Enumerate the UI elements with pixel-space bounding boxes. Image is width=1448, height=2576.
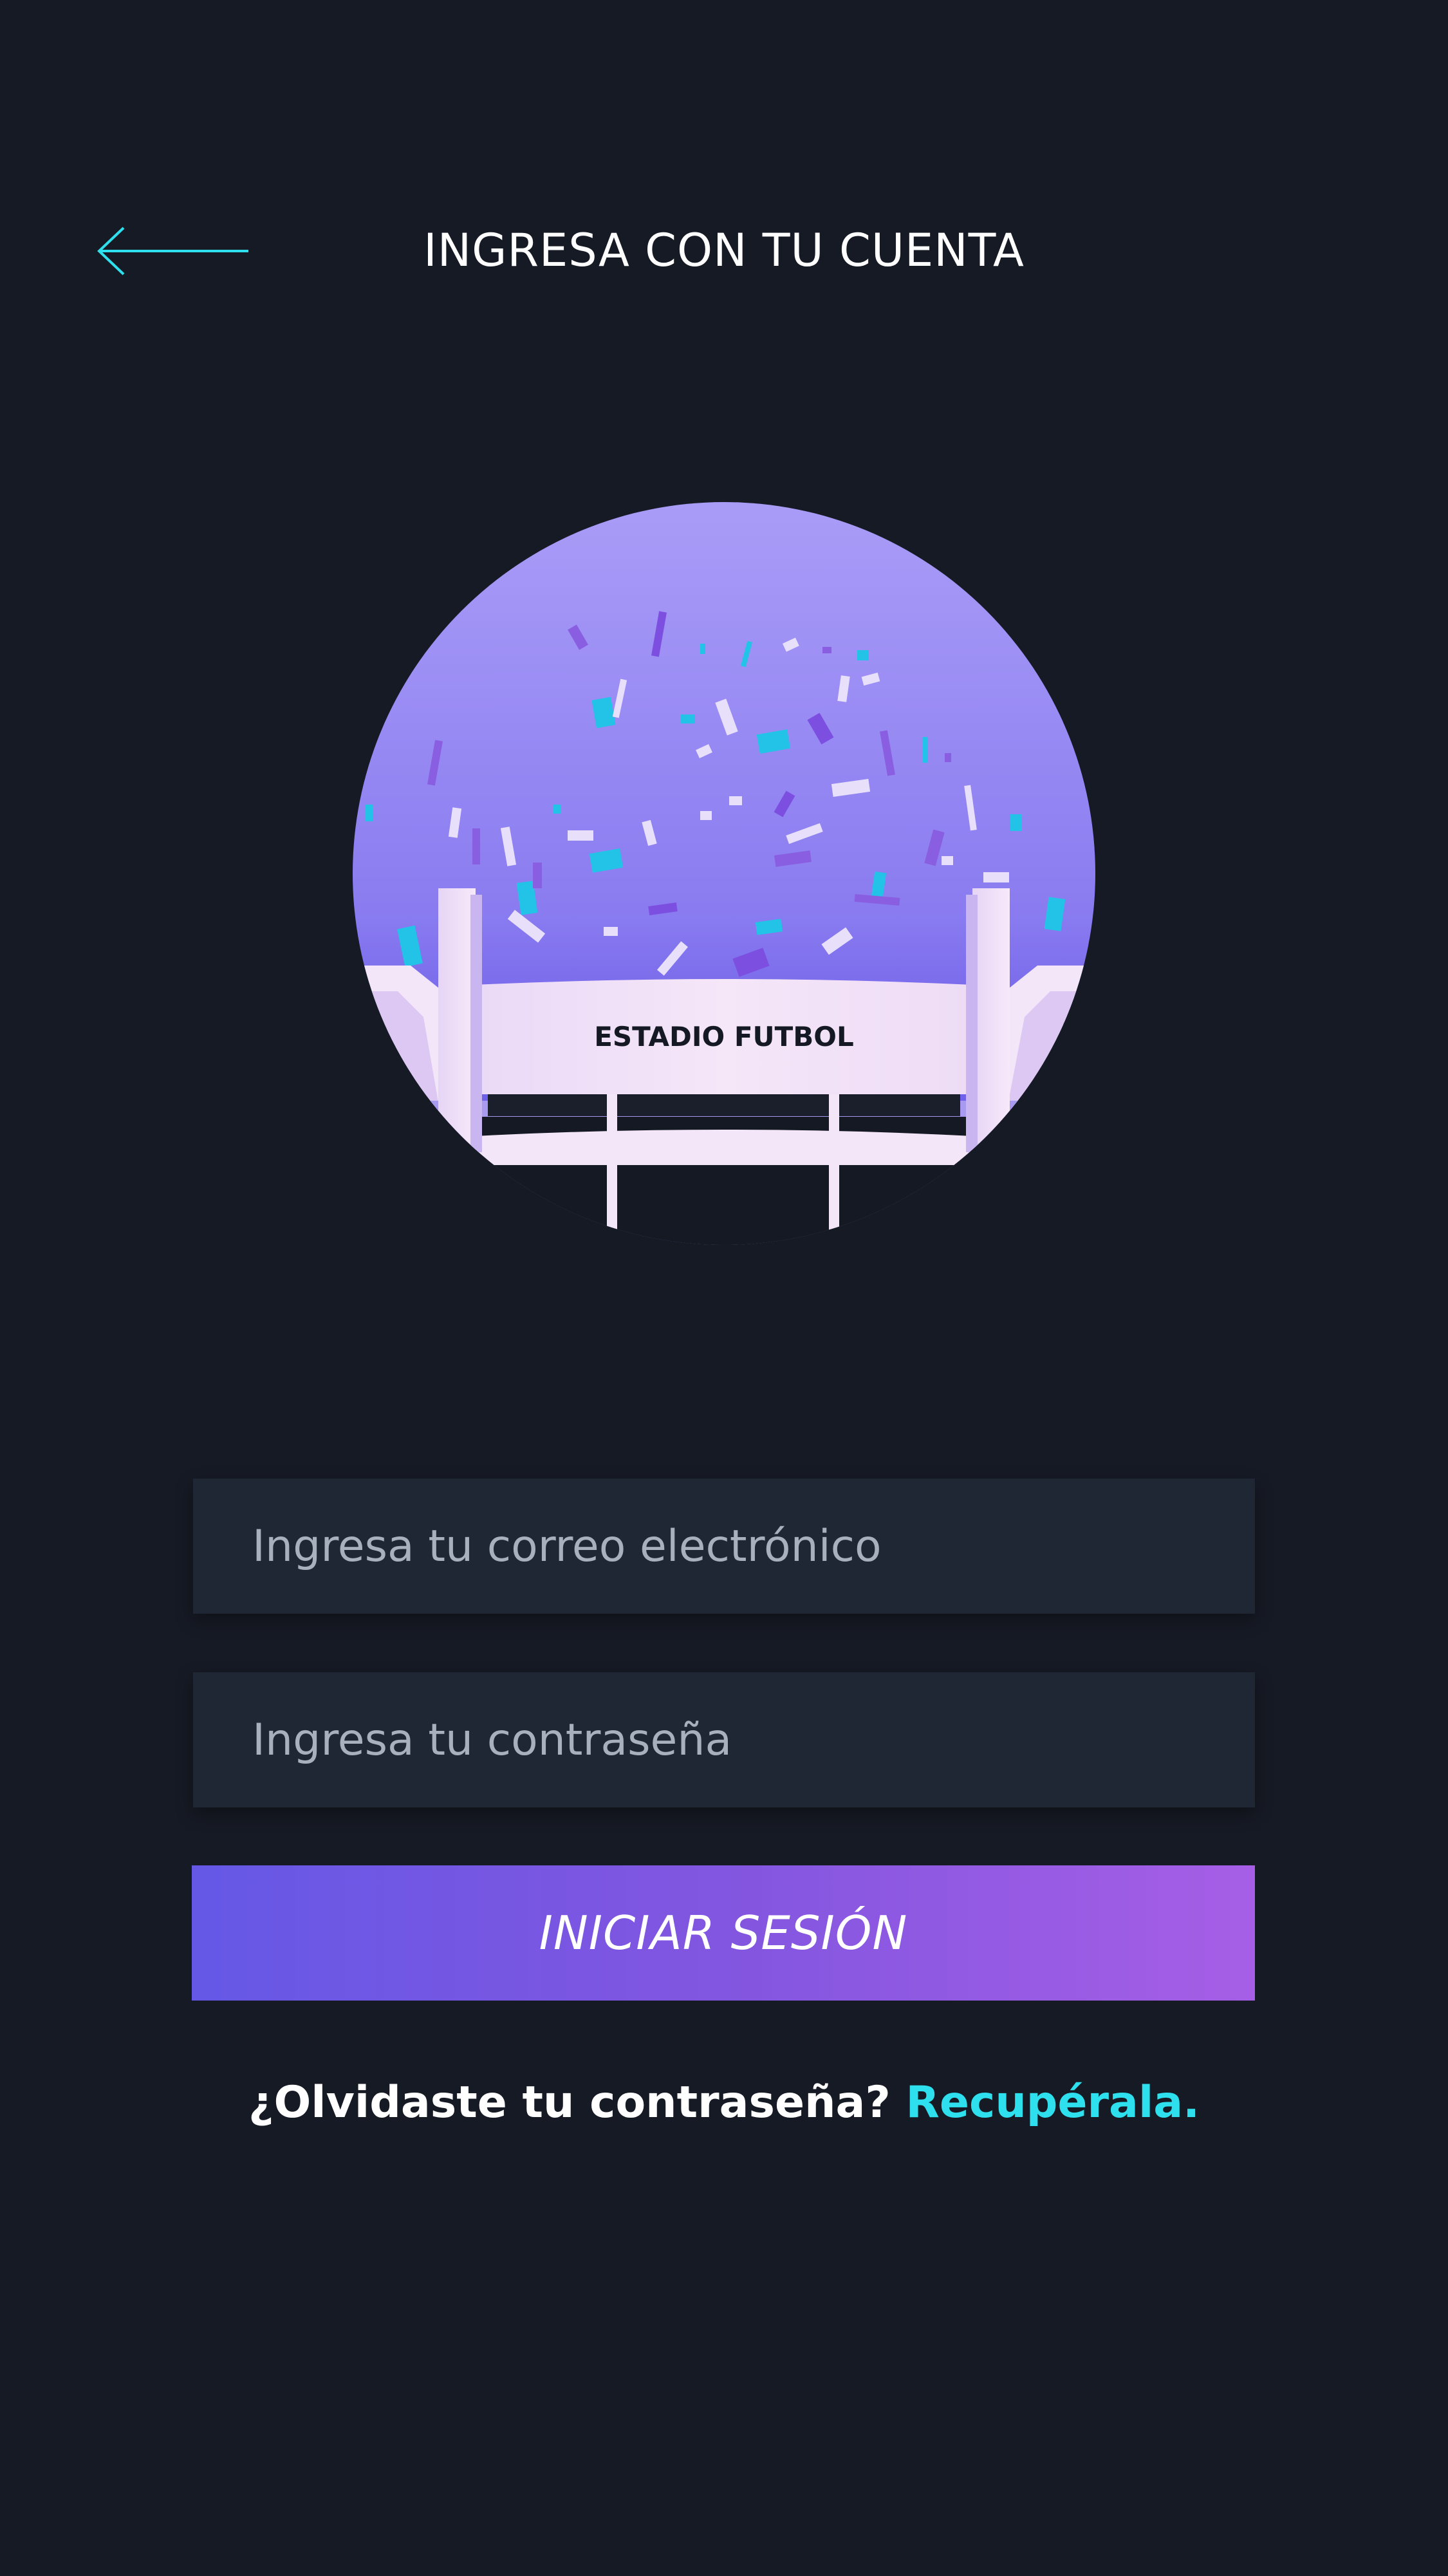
password-field[interactable] [193, 1672, 1255, 1807]
password-input[interactable] [251, 1713, 1197, 1766]
email-field[interactable] [193, 1479, 1255, 1614]
forgot-password-text: ¿Olvidaste tu contraseña? Recupérala. [0, 2074, 1448, 2132]
email-input[interactable] [251, 1520, 1197, 1573]
forgot-password-question: ¿Olvidaste tu contraseña? [248, 2077, 891, 2128]
page-title: INGRESA CON TU CUENTA [423, 224, 1025, 277]
stadium-illustration: ESTADIO FUTBOL [353, 502, 1095, 1245]
login-button[interactable]: INICIAR SESIÓN [192, 1865, 1255, 2001]
stadium-sign: ESTADIO FUTBOL [594, 1021, 854, 1052]
recover-password-link[interactable]: Recupérala. [906, 2077, 1200, 2128]
